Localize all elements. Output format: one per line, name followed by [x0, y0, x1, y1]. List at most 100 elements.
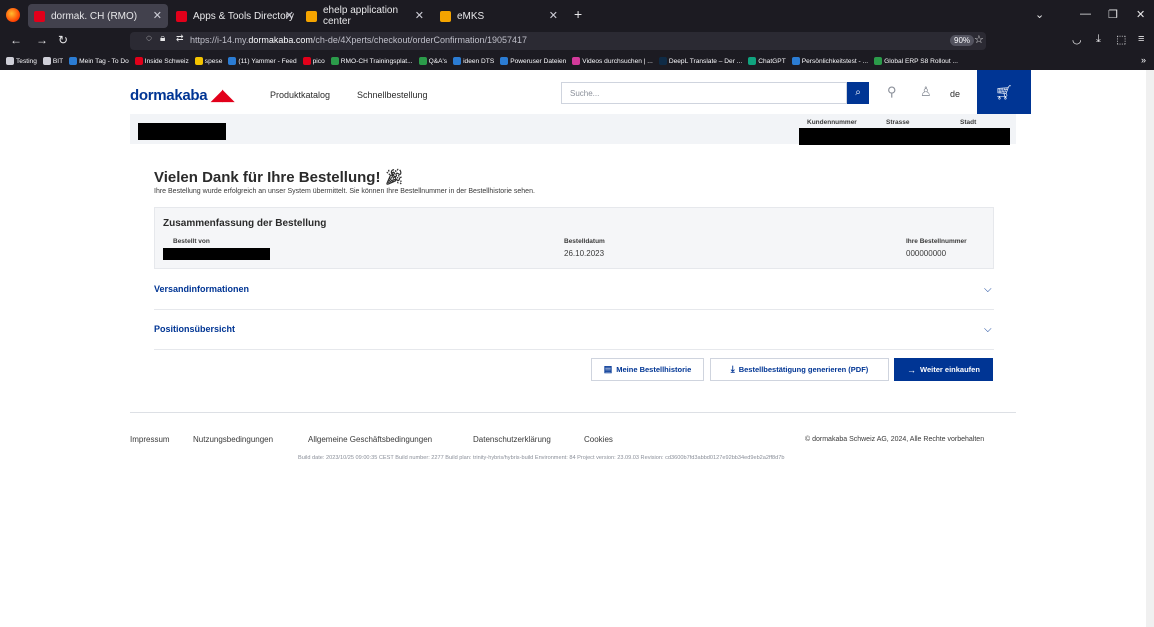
ordered-by-label: Bestellt von — [173, 238, 210, 245]
bookmark-label: (11) Yammer - Feed — [238, 57, 297, 65]
bookmark-icon — [302, 57, 311, 65]
bookmark-item[interactable]: Inside Schweiz — [134, 57, 189, 65]
reload-icon[interactable]: ↻ — [58, 33, 68, 47]
order-history-button[interactable]: ▤ Meine Bestellhistorie — [591, 358, 704, 381]
user-icon[interactable]: ♙ — [920, 84, 932, 100]
bookmark-icon — [330, 57, 339, 65]
order-number-value: 000000000 — [906, 249, 947, 258]
bookmark-item[interactable]: Q&A's — [418, 57, 447, 65]
city-label: Stadt — [960, 119, 977, 126]
bookmark-item[interactable]: RMO-CH Trainingsplat... — [330, 57, 413, 65]
search-button[interactable]: ⌕ — [847, 82, 869, 104]
footer-link-cookies[interactable]: Cookies — [584, 435, 613, 444]
search-input[interactable] — [561, 82, 847, 104]
bookmark-icon — [748, 57, 757, 65]
bookmark-icon — [874, 57, 883, 65]
positions-label[interactable]: Positionsübersicht — [154, 324, 235, 334]
bookmark-item[interactable]: DeepL Translate – Der ... — [658, 57, 743, 65]
language-selector[interactable]: de — [950, 89, 960, 99]
more-bookmarks-icon[interactable]: » — [1141, 55, 1146, 65]
download-icon[interactable]: ⤓ — [1096, 33, 1101, 46]
search-placeholder: Suche... — [570, 89, 600, 98]
close-tab-icon[interactable]: ✕ — [415, 9, 424, 22]
bookmark-label: Poweruser Dateien — [510, 57, 567, 65]
permissions-icon[interactable]: ⇄ — [176, 33, 184, 44]
bookmark-item[interactable]: Testing — [6, 57, 37, 65]
tab-bar: dormak. CH (RMO) ✕ Apps & Tools Director… — [0, 0, 1154, 30]
bookmark-icon — [228, 57, 237, 65]
ehelp-favicon-icon — [306, 10, 317, 22]
footer-link-impressum[interactable]: Impressum — [130, 435, 170, 444]
positions-accordion[interactable] — [154, 310, 994, 350]
bookmark-item[interactable]: Global ERP S8 Rollout ... — [874, 57, 958, 65]
firefox-icon[interactable] — [6, 8, 20, 22]
bookmark-item[interactable]: Mein Tag - To Do — [69, 57, 129, 65]
bookmark-icon — [500, 57, 509, 65]
bookmark-item[interactable]: pico — [302, 57, 325, 65]
bookmark-item[interactable]: Poweruser Dateien — [500, 57, 566, 65]
bookmark-item[interactable]: BIT — [42, 57, 64, 65]
bookmark-label: DeepL Translate – Der ... — [668, 57, 743, 65]
pocket-icon[interactable]: ◡ — [1072, 33, 1082, 46]
close-tab-icon[interactable]: ✕ — [153, 9, 162, 22]
shield-icon[interactable]: ◌ — [146, 33, 152, 44]
bookmark-item[interactable]: Videos durchsuchen | ... — [572, 57, 653, 65]
tab-label: ehelp application center — [323, 5, 399, 27]
bookmark-item[interactable]: spese — [194, 57, 222, 65]
bookmark-icon — [658, 57, 667, 65]
close-tab-icon[interactable]: ✕ — [285, 9, 294, 22]
chevron-down-icon[interactable]: ⌵ — [984, 284, 992, 295]
bookmark-label: Inside Schweiz — [144, 57, 189, 65]
bookmark-item[interactable]: ChatGPT — [748, 57, 786, 65]
bookmark-label: Testing — [16, 57, 37, 65]
bookmark-label: pico — [312, 57, 325, 65]
continue-shopping-button[interactable]: → Weiter einkaufen — [894, 358, 993, 381]
pin-icon[interactable]: ⚲ — [887, 84, 897, 100]
scrollbar[interactable] — [1146, 70, 1154, 627]
cart-button[interactable]: 🛒︎ — [977, 70, 1031, 114]
minimize-icon[interactable]: — — [1080, 8, 1091, 20]
bookmark-item[interactable]: (11) Yammer - Feed — [228, 57, 297, 65]
redacted-ordered-by — [163, 248, 270, 260]
generate-pdf-button[interactable]: ⤓ Bestellbestätigung generieren (PDF) — [710, 358, 889, 381]
forward-icon[interactable]: → — [36, 33, 48, 47]
footer-link-terms[interactable]: Nutzungsbedingungen — [193, 435, 273, 444]
bookmark-star-icon[interactable]: ☆ — [974, 33, 984, 46]
list-tabs-icon[interactable]: ⌄ — [1035, 8, 1044, 21]
order-date-value: 26.10.2023 — [564, 249, 605, 258]
nav-schnellbestellung[interactable]: Schnellbestellung — [357, 90, 428, 100]
menu-icon[interactable]: ≡ — [1138, 33, 1144, 45]
customer-number-label: Kundennummer — [807, 119, 857, 126]
street-label: Strasse — [886, 119, 910, 126]
bookmark-item[interactable]: Persönlichkeitstest - ... — [791, 57, 868, 65]
tab-dormakaba[interactable]: dormak. CH (RMO) ✕ — [28, 4, 168, 28]
extensions-icon[interactable]: ⬚ — [1116, 33, 1126, 46]
footer-link-privacy[interactable]: Datenschutzerklärung — [473, 435, 551, 444]
logo-mark-icon: ◢◣ — [207, 87, 234, 104]
dormakaba-favicon-icon — [34, 10, 45, 22]
bookmark-label: BIT — [52, 57, 64, 65]
party-popper-icon: 🎉︎ — [384, 169, 404, 186]
tab-apps-tools[interactable]: Apps & Tools Directory ✕ — [170, 4, 300, 28]
maximize-icon[interactable]: ❐ — [1108, 8, 1118, 21]
bookmark-item[interactable]: ideen DTS — [453, 57, 494, 65]
chevron-down-icon[interactable]: ⌵ — [984, 324, 992, 335]
emks-favicon-icon — [440, 10, 451, 22]
shipping-info-label[interactable]: Versandinformationen — [154, 284, 249, 294]
tab-ehelp[interactable]: ehelp application center ✕ — [300, 4, 430, 28]
back-icon[interactable]: ← — [10, 33, 22, 47]
dormakaba-logo[interactable]: dormakaba ◢◣ — [130, 86, 234, 104]
zoom-level[interactable]: 90% — [950, 35, 975, 46]
bookmark-icon — [418, 57, 427, 65]
footer-divider — [130, 412, 1016, 413]
close-tab-icon[interactable]: ✕ — [549, 9, 558, 22]
arrow-right-icon: → — [907, 364, 917, 375]
footer-link-agb[interactable]: Allgemeine Geschäftsbedingungen — [308, 435, 432, 444]
nav-bar: ← → ↻ ◌ 🔒︎ ⇄ ☆ ◡ ⤓ ⬚ ≡ — [0, 30, 1154, 52]
tab-emks[interactable]: eMKS ✕ — [434, 4, 564, 28]
close-window-icon[interactable]: ✕ — [1136, 8, 1145, 21]
shipping-info-accordion[interactable] — [154, 270, 994, 310]
new-tab-button[interactable]: + — [574, 6, 582, 22]
nav-produktkatalog[interactable]: Produktkatalog — [270, 90, 330, 100]
lock-icon[interactable]: 🔒︎ — [160, 33, 165, 44]
